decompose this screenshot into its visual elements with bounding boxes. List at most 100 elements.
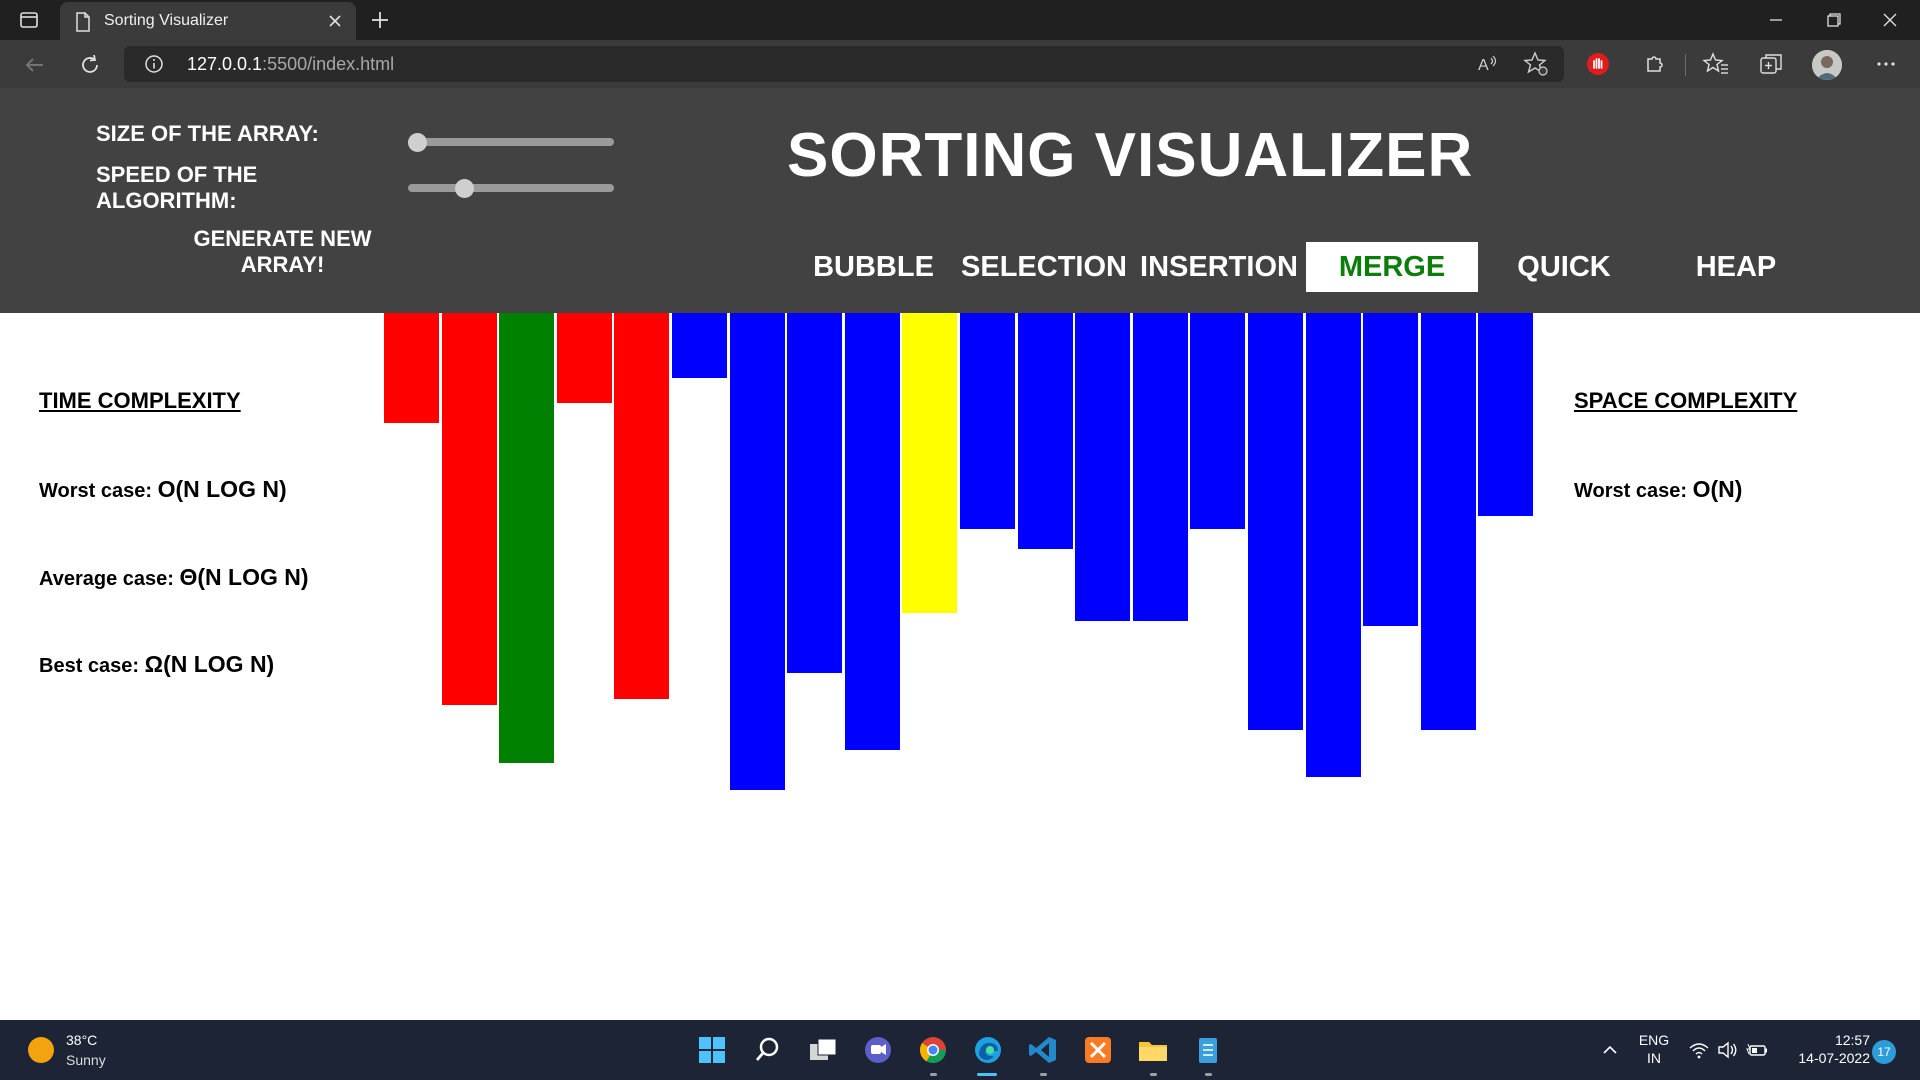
vscode-running-indicator [1040,1073,1047,1076]
browser-tab-bar: Sorting Visualizer [0,0,1920,40]
page-title: SORTING VISUALIZER [787,121,1474,190]
array-bar [614,313,670,699]
array-bar [556,313,612,403]
new-tab-icon[interactable] [368,8,392,32]
add-favorite-icon[interactable] [1522,50,1550,78]
back-icon[interactable] [22,52,48,78]
profile-avatar[interactable] [1812,50,1842,80]
browser-tab[interactable]: Sorting Visualizer [60,2,356,40]
best-case-label: Best case: [39,655,140,677]
wifi-icon[interactable] [1688,1040,1710,1060]
tab-title: Sorting Visualizer [104,12,229,29]
language-indicator[interactable]: ENG IN [1632,1032,1676,1066]
start-icon[interactable] [695,1033,729,1067]
notepad-running-indicator [1205,1073,1212,1076]
array-size-slider[interactable] [408,133,614,152]
worst-case-space-value: O(N) [1692,476,1743,502]
array-bar [441,313,497,705]
array-bar [960,313,1015,529]
edge-icon[interactable] [971,1033,1005,1067]
average-case-time: Average case: Θ(N LOG N) [39,564,309,591]
extensions-icon[interactable] [1640,50,1668,78]
weather-condition[interactable]: Sunny [66,1052,106,1068]
clock[interactable]: 12:57 14-07-2022 [1780,1032,1870,1066]
average-case-label: Average case: [39,568,174,590]
array-bar [1248,313,1303,730]
region-code: IN [1647,1050,1661,1066]
notepad-icon[interactable] [1191,1033,1225,1067]
task-view-icon[interactable] [806,1033,840,1067]
chrome-icon[interactable] [916,1033,950,1067]
array-size-slider-thumb[interactable] [408,133,427,152]
chrome-running-indicator [930,1073,937,1076]
array-bar [729,313,785,790]
collections-icon[interactable] [1757,50,1785,78]
generate-array-label-2: ARRAY! [240,252,325,277]
algo-button-quick[interactable]: QUICK [1478,242,1650,292]
vscode-icon[interactable] [1026,1033,1060,1067]
speed-label-line-1: SPEED OF THE [96,162,258,187]
read-aloud-icon[interactable]: A [1474,50,1502,78]
refresh-icon[interactable] [77,52,103,78]
url-path: :5500/index.html [262,54,395,74]
battery-icon[interactable] [1746,1040,1770,1060]
worst-case-space-label: Worst case: [1574,480,1688,502]
worst-case-space: Worst case: O(N) [1574,476,1742,503]
language-code: ENG [1638,1032,1670,1048]
profile-avatar-icon [1812,50,1842,80]
xampp-icon[interactable] [1081,1033,1115,1067]
algo-button-heap[interactable]: HEAP [1650,242,1822,292]
array-bar [1305,313,1361,777]
worst-case-value: O(N LOG N) [157,476,287,502]
toolbar-divider [1685,54,1686,76]
array-bar [844,313,900,750]
explorer-running-indicator [1150,1073,1157,1076]
teams-chat-icon[interactable] [861,1033,895,1067]
site-info-icon[interactable] [144,54,164,74]
array-bar [1363,313,1419,626]
algo-button-bubble[interactable]: BUBBLE [805,242,942,292]
edge-active-indicator [977,1073,997,1076]
array-bar [1420,313,1476,730]
speed-slider[interactable] [408,179,614,198]
array-bar [1478,313,1534,516]
generate-array-button[interactable]: GENERATE NEW ARRAY! [180,226,385,278]
taskbar: 38°C Sunny ENG IN 12:57 14-07-2022 17 [0,1020,1920,1080]
search-icon[interactable] [751,1033,785,1067]
favorites-icon[interactable] [1702,50,1730,78]
tab-actions-icon[interactable] [18,9,40,31]
close-window-icon[interactable] [1872,6,1908,34]
restore-icon[interactable] [1815,6,1851,34]
array-bars [384,313,1536,833]
algo-button-selection[interactable]: SELECTION [955,242,1133,292]
array-bar [1075,313,1131,621]
array-bar [672,313,727,378]
algo-button-insertion[interactable]: INSERTION [1134,242,1304,292]
more-options-icon[interactable] [1872,50,1900,78]
speed-slider-thumb[interactable] [454,179,474,198]
page-header: SIZE OF THE ARRAY: SPEED OF THE ALGORITH… [0,88,1920,313]
array-bar [787,313,843,673]
clock-date: 14-07-2022 [1798,1050,1870,1066]
chevron-up-icon[interactable] [1600,1042,1620,1058]
array-bar [902,313,958,613]
algo-button-merge[interactable]: MERGE [1306,242,1478,292]
array-bar [499,313,555,763]
array-size-label: SIZE OF THE ARRAY: [96,121,319,146]
url-field[interactable]: 127.0.0.1:5500/index.html A [124,46,1564,82]
volume-icon[interactable] [1717,1040,1739,1060]
minimize-icon[interactable] [1758,6,1794,34]
weather-temperature[interactable]: 38°C [66,1032,97,1048]
url-host: 127.0.0.1 [187,54,263,74]
url-text: 127.0.0.1:5500/index.html [187,54,394,75]
notification-badge[interactable]: 17 [1872,1040,1896,1064]
speed-label: SPEED OF THE ALGORITHM: [96,162,257,214]
close-tab-icon[interactable] [326,12,344,30]
sun-icon[interactable] [28,1037,54,1063]
browser-address-bar: 127.0.0.1:5500/index.html A [0,40,1920,88]
file-explorer-icon[interactable] [1136,1033,1170,1067]
speed-label-line-2: ALGORITHM: [96,188,237,213]
best-case-time: Best case: Ω(N LOG N) [39,651,274,678]
best-case-value: Ω(N LOG N) [144,651,275,677]
adblock-extension-icon[interactable] [1584,50,1612,78]
